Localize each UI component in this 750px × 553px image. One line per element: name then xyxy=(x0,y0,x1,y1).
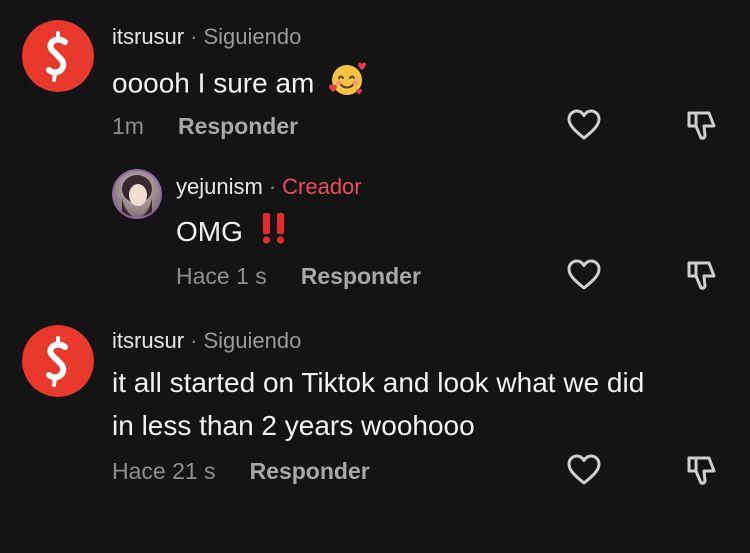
separator-dot: · xyxy=(190,328,198,353)
timestamp: 1m xyxy=(112,113,144,139)
thumbs-down-outline-icon xyxy=(687,261,716,290)
thumbs-down-outline-icon xyxy=(687,111,716,140)
heart-outline-icon xyxy=(567,259,601,290)
follow-status: Siguiendo xyxy=(203,328,302,353)
like-button[interactable] xyxy=(564,255,604,295)
avatar[interactable] xyxy=(22,325,94,397)
dislike-button[interactable] xyxy=(682,255,722,295)
timestamp: Hace 21 s xyxy=(112,458,216,484)
reply-button[interactable]: Responder xyxy=(178,113,298,139)
comment-text-line: it all started on Tiktok and look what w… xyxy=(112,367,645,398)
comment-text: it all started on Tiktok and look what w… xyxy=(112,361,644,447)
username[interactable]: itsrusur xyxy=(112,24,184,49)
user-photo-avatar xyxy=(112,169,162,219)
comment-1: itsrusur · Siguiendo ooooh I sure am 1m Res… xyxy=(0,0,750,160)
like-button[interactable] xyxy=(564,450,604,490)
dislike-button[interactable] xyxy=(682,450,722,490)
double-exclamation-mark-emoji-icon xyxy=(257,211,291,257)
comment-2-reply: yejunism · Creador OMG Hace 1 s Responder xyxy=(0,160,750,310)
follow-status: Siguiendo xyxy=(203,24,302,49)
comment-meta: itsrusur · Siguiendo xyxy=(112,328,301,354)
reply-button[interactable]: Responder xyxy=(301,263,421,289)
comment-text-content: OMG xyxy=(176,216,243,247)
smiling-face-with-hearts-emoji-icon xyxy=(328,60,367,110)
thumbs-down-outline-icon xyxy=(687,456,716,485)
comment-meta: itsrusur · Siguiendo xyxy=(112,24,301,50)
creator-badge: Creador xyxy=(282,174,362,199)
dislike-button[interactable] xyxy=(682,105,722,145)
comment-3: itsrusur · Siguiendo it all started on Tik… xyxy=(0,310,750,553)
comment-footer: Hace 1 s Responder xyxy=(176,263,421,290)
comment-meta: yejunism · Creador xyxy=(176,174,362,200)
heart-outline-icon xyxy=(567,454,601,485)
like-button[interactable] xyxy=(564,105,604,145)
timestamp: Hace 1 s xyxy=(176,263,267,289)
comment-footer: 1m Responder xyxy=(112,113,298,140)
comment-footer: Hace 21 s Responder xyxy=(112,458,370,485)
comment-text: ooooh I sure am xyxy=(112,60,367,110)
separator-dot: · xyxy=(190,24,198,49)
itsrusur-logo-icon xyxy=(22,20,94,92)
separator-dot: · xyxy=(268,174,277,199)
comment-text-line: in less than 2 years woohooo xyxy=(112,410,475,441)
reply-button[interactable]: Responder xyxy=(250,458,370,484)
avatar[interactable] xyxy=(112,169,162,219)
heart-outline-icon xyxy=(567,109,601,140)
comment-text-content: ooooh I sure am xyxy=(112,67,315,99)
itsrusur-logo-icon xyxy=(22,325,94,397)
username[interactable]: yejunism xyxy=(176,174,263,199)
comment-text: OMG xyxy=(176,210,291,257)
username[interactable]: itsrusur xyxy=(112,328,184,353)
avatar[interactable] xyxy=(22,20,94,92)
